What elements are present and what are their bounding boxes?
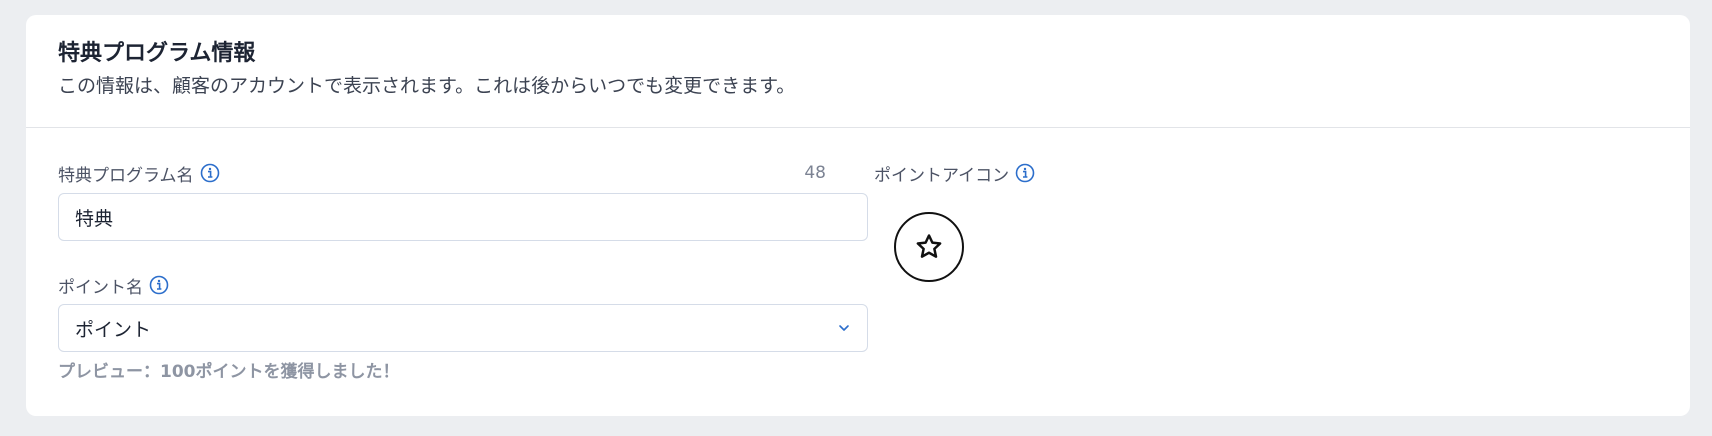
- program-info-card: 特典プログラム情報 この情報は、顧客のアカウントで表示されます。これは後からいつ…: [26, 15, 1690, 416]
- points-name-selected-value: ポイント: [75, 318, 152, 341]
- points-icon-label-text: ポイントアイコン: [874, 165, 1010, 186]
- remaining-char-count: 48: [804, 163, 826, 183]
- points-name-select[interactable]: ポイント: [58, 304, 868, 352]
- info-icon[interactable]: [149, 275, 169, 295]
- program-name-label: 特典プログラム名: [58, 161, 220, 186]
- star-icon: [914, 232, 944, 262]
- section-title: 特典プログラム情報: [58, 41, 256, 66]
- program-name-label-text: 特典プログラム名: [58, 165, 194, 186]
- chevron-down-icon: [837, 321, 851, 335]
- info-icon[interactable]: [200, 163, 220, 183]
- points-name-label: ポイント名: [58, 273, 169, 298]
- points-icon-label: ポイントアイコン: [874, 161, 1035, 186]
- points-name-label-text: ポイント名: [58, 277, 143, 298]
- points-preview-text: プレビュー：100ポイントを獲得しました！: [58, 362, 400, 382]
- points-icon-button[interactable]: [894, 212, 964, 282]
- program-name-input[interactable]: [58, 193, 868, 241]
- section-description: この情報は、顧客のアカウントで表示されます。これは後からいつでも変更できます。: [58, 75, 796, 97]
- card-header: 特典プログラム情報 この情報は、顧客のアカウントで表示されます。これは後からいつ…: [26, 15, 1690, 128]
- info-icon[interactable]: [1015, 163, 1035, 183]
